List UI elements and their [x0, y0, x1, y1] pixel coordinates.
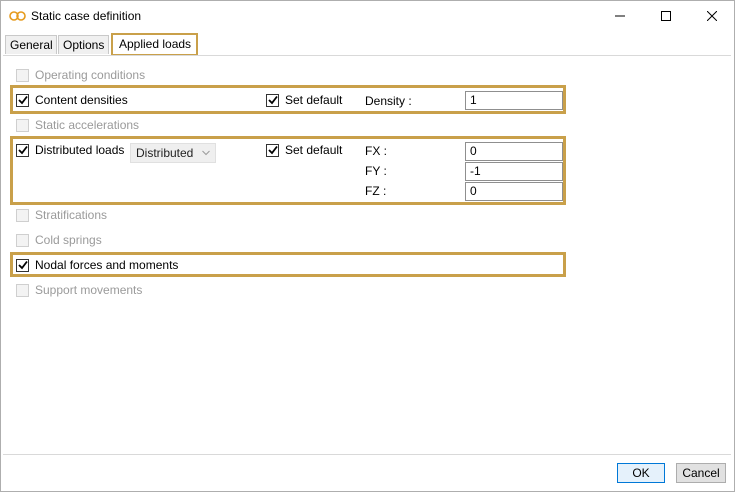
maximize-button[interactable]: [644, 1, 688, 31]
content-densities-set-default-checkbox[interactable]: [266, 93, 279, 107]
stratifications-row: Stratifications: [16, 207, 107, 223]
support-movements-label: Support movements: [35, 283, 143, 297]
chevron-down-icon: [202, 150, 210, 156]
fy-input[interactable]: -1: [465, 162, 563, 181]
fz-input[interactable]: 0: [465, 182, 563, 201]
content-densities-row: Content densities: [16, 92, 128, 108]
tab-general[interactable]: General: [5, 35, 57, 54]
distributed-loads-row: Distributed loads: [16, 142, 124, 158]
distributed-loads-type-select[interactable]: Distributed: [130, 143, 216, 163]
cancel-button[interactable]: Cancel: [676, 463, 726, 483]
distributed-loads-set-default-label: Set default: [285, 143, 343, 157]
operating-conditions-label: Operating conditions: [35, 68, 146, 82]
density-label: Density :: [365, 94, 412, 108]
content-densities-set-default-row: Set default: [266, 92, 342, 108]
cold-springs-row: Cold springs: [16, 232, 102, 248]
distributed-loads-label: Distributed loads: [35, 143, 125, 157]
distributed-loads-set-default-checkbox[interactable]: [266, 143, 279, 157]
content-densities-checkbox[interactable]: [16, 93, 29, 107]
close-icon: [707, 11, 717, 21]
nodal-forces-checkbox[interactable]: [16, 258, 29, 272]
cold-springs-label: Cold springs: [35, 233, 102, 247]
support-movements-checkbox[interactable]: [16, 283, 29, 297]
minimize-button[interactable]: [598, 1, 642, 31]
static-accelerations-row: Static accelerations: [16, 117, 139, 133]
checkmark-icon: [267, 95, 278, 105]
support-movements-row: Support movements: [16, 282, 142, 298]
nodal-forces-row: Nodal forces and moments: [16, 257, 178, 273]
content-densities-set-default-label: Set default: [285, 93, 343, 107]
cold-springs-checkbox[interactable]: [16, 233, 29, 247]
content-densities-label: Content densities: [35, 93, 128, 107]
close-button[interactable]: [690, 1, 734, 31]
checkmark-icon: [17, 145, 28, 155]
fy-label: FY :: [365, 164, 387, 178]
fx-input[interactable]: 0: [465, 142, 563, 161]
operating-conditions-row: Operating conditions: [16, 67, 145, 83]
app-icon: [9, 11, 26, 21]
nodal-forces-label: Nodal forces and moments: [35, 258, 179, 272]
fx-label: FX :: [365, 144, 388, 158]
stratifications-label: Stratifications: [35, 208, 108, 222]
ok-button[interactable]: OK: [617, 463, 665, 483]
fz-label: FZ :: [365, 184, 387, 198]
checkmark-icon: [267, 145, 278, 155]
static-accelerations-label: Static accelerations: [35, 118, 140, 132]
distributed-loads-set-default-row: Set default: [266, 142, 342, 158]
window-title: Static case definition: [31, 9, 142, 23]
checkmark-icon: [17, 260, 28, 270]
stratifications-checkbox[interactable]: [16, 208, 29, 222]
density-input[interactable]: 1: [465, 91, 563, 110]
distributed-loads-checkbox[interactable]: [16, 143, 29, 157]
static-accelerations-checkbox[interactable]: [16, 118, 29, 132]
maximize-icon: [661, 11, 671, 21]
tab-options[interactable]: Options: [58, 35, 109, 54]
operating-conditions-checkbox[interactable]: [16, 68, 29, 82]
distributed-loads-type-value: Distributed: [136, 146, 194, 160]
dialog-window: Static case definition General Options A…: [0, 0, 735, 492]
tab-applied-loads[interactable]: Applied loads: [111, 33, 198, 56]
checkmark-icon: [17, 95, 28, 105]
title-bar[interactable]: Static case definition: [1, 1, 734, 31]
minimize-icon: [615, 15, 625, 17]
